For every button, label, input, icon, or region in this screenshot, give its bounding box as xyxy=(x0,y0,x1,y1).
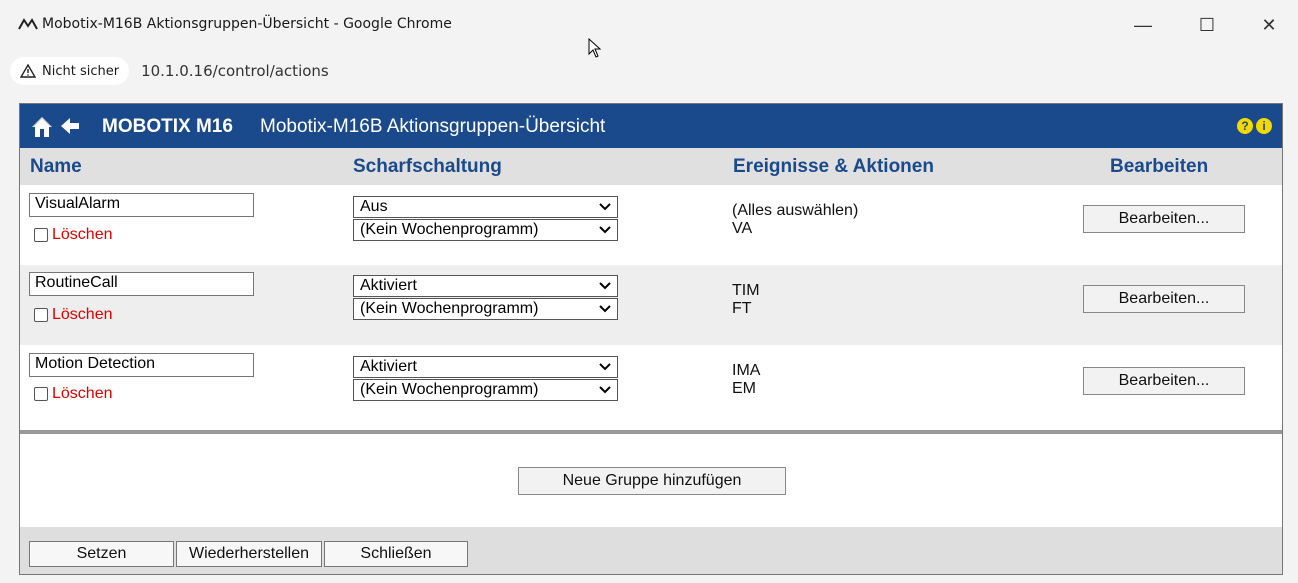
page-content: MOBOTIX M16 Mobotix-M16B Aktionsgruppen-… xyxy=(19,103,1283,575)
edit-button[interactable]: Bearbeiten... xyxy=(1083,367,1245,395)
chevron-down-icon xyxy=(599,305,611,313)
checkbox-icon[interactable] xyxy=(34,308,48,322)
event-item: IMA xyxy=(732,362,761,379)
column-arming: Scharfschaltung xyxy=(353,156,502,177)
brand-label: MOBOTIX M16 xyxy=(102,116,233,137)
help-icon[interactable]: ? xyxy=(1237,118,1253,134)
minimize-button[interactable]: — xyxy=(1123,10,1163,40)
restore-button[interactable]: Wiederherstellen xyxy=(176,541,322,567)
schedule-value: (Kein Wochenprogramm) xyxy=(360,221,539,238)
url-text[interactable]: 10.1.0.16/control/actions xyxy=(141,62,329,80)
column-events: Ereignisse & Aktionen xyxy=(733,156,934,177)
chevron-down-icon xyxy=(599,386,611,394)
chevron-down-icon xyxy=(599,363,611,371)
page-title: Mobotix-M16B Aktionsgruppen-Übersicht xyxy=(260,116,606,137)
column-name: Name xyxy=(30,156,82,177)
add-group-button[interactable]: Neue Gruppe hinzufügen xyxy=(518,467,786,495)
window-title: Mobotix-M16B Aktionsgruppen-Übersicht - … xyxy=(42,16,452,32)
info-icon[interactable]: i xyxy=(1256,118,1272,134)
mobotix-logo-icon xyxy=(18,18,38,30)
schedule-value: (Kein Wochenprogramm) xyxy=(360,300,539,317)
checkbox-icon[interactable] xyxy=(34,387,48,401)
schedule-select[interactable]: (Kein Wochenprogramm) xyxy=(353,298,618,320)
close-button[interactable]: Schließen xyxy=(324,541,468,567)
back-arrow-icon[interactable] xyxy=(60,117,80,135)
schedule-select[interactable]: (Kein Wochenprogramm) xyxy=(353,379,618,401)
chevron-down-icon xyxy=(599,282,611,290)
delete-label: Löschen xyxy=(52,306,113,323)
action-group-row: Motion Detection Löschen Aktiviert (Kein… xyxy=(20,345,1282,425)
set-button[interactable]: Setzen xyxy=(29,541,174,567)
event-item: FT xyxy=(732,300,752,317)
group-name-input[interactable]: Motion Detection xyxy=(29,353,254,377)
delete-checkbox[interactable]: Löschen xyxy=(34,306,113,324)
arming-value: Aus xyxy=(360,198,388,215)
column-edit: Bearbeiten xyxy=(1110,156,1209,177)
arming-value: Aktiviert xyxy=(360,277,417,294)
schedule-value: (Kein Wochenprogramm) xyxy=(360,381,539,398)
close-window-button[interactable]: ✕ xyxy=(1249,10,1289,40)
delete-label: Löschen xyxy=(52,226,113,243)
arming-select[interactable]: Aktiviert xyxy=(353,356,618,378)
divider xyxy=(20,430,1282,434)
event-item: (Alles auswählen) xyxy=(732,202,859,219)
edit-button[interactable]: Bearbeiten... xyxy=(1083,285,1245,313)
security-label: Nicht sicher xyxy=(42,63,120,79)
delete-checkbox[interactable]: Löschen xyxy=(34,226,113,244)
edit-button[interactable]: Bearbeiten... xyxy=(1083,205,1245,233)
event-item: EM xyxy=(732,380,756,397)
delete-label: Löschen xyxy=(52,385,113,402)
schedule-select[interactable]: (Kein Wochenprogramm) xyxy=(353,219,618,241)
home-icon[interactable] xyxy=(30,115,54,139)
group-name-input[interactable]: VisualAlarm xyxy=(29,193,254,217)
arming-value: Aktiviert xyxy=(360,358,417,375)
delete-checkbox[interactable]: Löschen xyxy=(34,385,113,403)
group-name-input[interactable]: RoutineCall xyxy=(29,272,254,296)
page-header: MOBOTIX M16 Mobotix-M16B Aktionsgruppen-… xyxy=(20,104,1282,148)
chevron-down-icon xyxy=(599,226,611,234)
warning-icon xyxy=(20,64,36,78)
checkbox-icon[interactable] xyxy=(34,228,48,242)
events-list: IMA EM xyxy=(732,362,760,398)
action-group-row: RoutineCall Löschen Aktiviert (Kein Woch… xyxy=(20,265,1282,345)
mouse-cursor-icon xyxy=(588,38,602,58)
column-headers: Name Scharfschaltung Ereignisse & Aktion… xyxy=(20,148,1282,185)
arming-select[interactable]: Aus xyxy=(353,196,618,218)
event-item: VA xyxy=(732,220,753,237)
footer-bar: Setzen Wiederherstellen Schließen xyxy=(20,527,1282,574)
address-bar[interactable]: Nicht sicher 10.1.0.16/control/actions xyxy=(10,56,329,86)
event-item: TIM xyxy=(732,282,760,299)
events-list: TIM FT xyxy=(732,282,760,318)
security-chip[interactable]: Nicht sicher xyxy=(10,57,130,85)
window-titlebar: Mobotix-M16B Aktionsgruppen-Übersicht - … xyxy=(0,0,1298,58)
maximize-button[interactable]: ☐ xyxy=(1187,10,1227,40)
events-list: (Alles auswählen) VA xyxy=(732,202,858,238)
arming-select[interactable]: Aktiviert xyxy=(353,275,618,297)
chevron-down-icon xyxy=(599,203,611,211)
action-group-row: VisualAlarm Löschen Aus (Kein Wochenprog… xyxy=(20,185,1282,265)
